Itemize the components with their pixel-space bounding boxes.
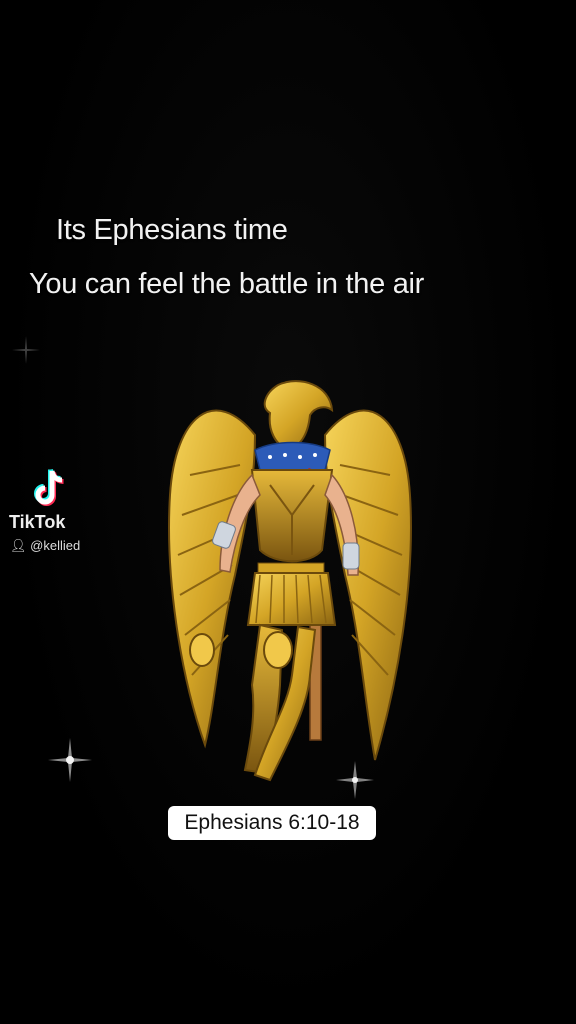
- user-icon: 👤︎: [10, 538, 27, 553]
- sparkle-icon: [48, 738, 92, 782]
- tiktok-watermark: TikTok 👤︎ @kellied: [8, 468, 88, 558]
- armored-angel-illustration: [168, 380, 412, 782]
- tiktok-brand-text: TikTok: [9, 512, 66, 532]
- video-frame[interactable]: Its Ephesians time You can feel the batt…: [0, 0, 576, 1024]
- caption-line-2: You can feel the battle in the air: [29, 268, 425, 300]
- creator-handle-text: @kellied: [30, 538, 81, 553]
- caption-line-1: Its Ephesians time: [56, 214, 288, 246]
- scripture-reference-badge: Ephesians 6:10-18: [168, 806, 376, 840]
- tiktok-logo-icon: [34, 468, 64, 506]
- sparkle-icon: [12, 336, 40, 364]
- creator-handle: 👤︎ @kellied: [10, 538, 80, 554]
